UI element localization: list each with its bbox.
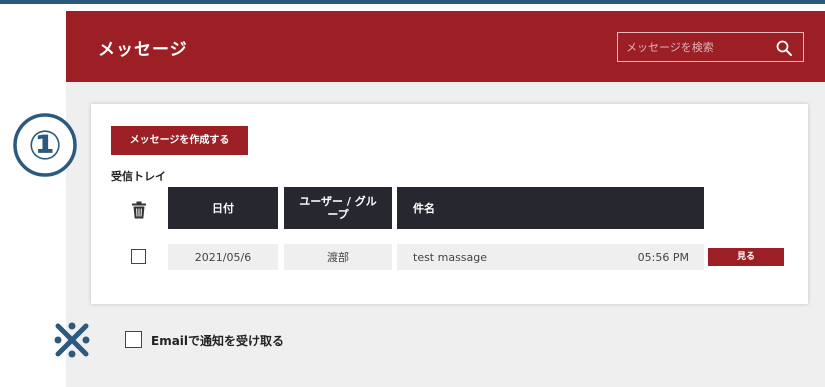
column-header-date[interactable]: 日付 bbox=[168, 187, 278, 229]
page-title: メッセージ bbox=[98, 40, 188, 60]
email-notification-label[interactable]: Emailで通知を受け取る bbox=[151, 332, 284, 349]
search-box[interactable] bbox=[617, 32, 804, 62]
row-subject-cell[interactable]: test massage 05:56 PM bbox=[397, 244, 704, 270]
row-user-cell: 渡部 bbox=[284, 244, 392, 270]
row-date-cell: 2021/05/6 bbox=[168, 244, 278, 270]
page-header: メッセージ bbox=[66, 11, 825, 82]
row-time-text: 05:56 PM bbox=[637, 250, 689, 264]
search-input[interactable] bbox=[626, 39, 766, 56]
circled-number-text: ① bbox=[28, 123, 62, 169]
row-subject-text: test massage bbox=[413, 250, 488, 264]
email-notification-checkbox[interactable] bbox=[125, 331, 142, 348]
top-strip bbox=[0, 0, 825, 4]
circled-number-annotation: ① bbox=[13, 113, 77, 177]
column-header-user-group[interactable]: ユーザー / グル ープ bbox=[284, 187, 392, 229]
search-icon[interactable] bbox=[775, 39, 793, 57]
message-card: メッセージを作成する 受信トレイ 日付 ユーザー / グル ープ 件名 2021… bbox=[91, 104, 808, 304]
row-select-checkbox[interactable] bbox=[131, 249, 146, 264]
compose-message-button[interactable]: メッセージを作成する bbox=[111, 126, 248, 155]
note-mark-annotation bbox=[54, 322, 90, 358]
view-message-button[interactable]: 見る bbox=[708, 248, 784, 266]
column-header-subject[interactable]: 件名 bbox=[397, 187, 704, 229]
inbox-label: 受信トレイ bbox=[111, 170, 166, 183]
trash-icon[interactable] bbox=[131, 201, 147, 219]
